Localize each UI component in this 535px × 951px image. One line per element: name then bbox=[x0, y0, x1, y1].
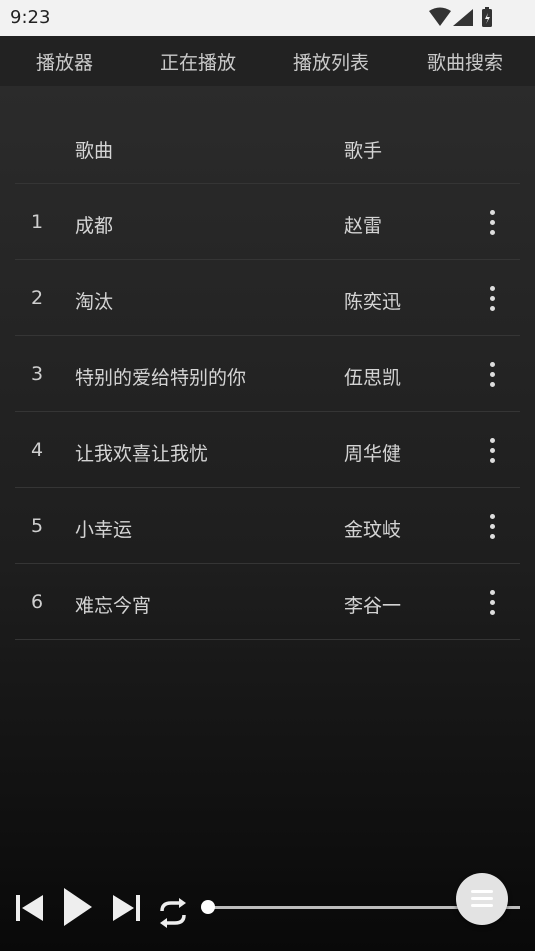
status-icons bbox=[429, 7, 492, 27]
song-number: 3 bbox=[31, 363, 44, 385]
more-vertical-icon[interactable] bbox=[482, 284, 502, 314]
menu-button[interactable] bbox=[456, 873, 508, 925]
header-song: 歌曲 bbox=[75, 140, 114, 162]
menu-icon bbox=[471, 890, 493, 907]
song-artist: 伍思凯 bbox=[344, 367, 402, 389]
list-header: 歌曲 歌手 bbox=[15, 108, 520, 184]
song-number: 6 bbox=[31, 591, 44, 613]
song-artist: 金玟岐 bbox=[344, 519, 402, 541]
song-number: 4 bbox=[31, 439, 44, 461]
repeat-icon[interactable] bbox=[156, 896, 190, 930]
song-artist: 周华健 bbox=[344, 443, 402, 465]
song-row[interactable]: 3 特别的爱给特别的你 伍思凯 bbox=[15, 336, 520, 412]
tab-now-playing[interactable]: 正在播放 bbox=[160, 48, 236, 75]
song-row[interactable]: 6 难忘今宵 李谷一 bbox=[15, 564, 520, 640]
header-artist: 歌手 bbox=[344, 140, 383, 162]
song-number: 1 bbox=[31, 211, 44, 233]
tab-bar: 播放器 正在播放 播放列表 歌曲搜索 bbox=[0, 36, 535, 86]
skip-previous-icon[interactable] bbox=[14, 892, 46, 924]
song-list: 歌曲 歌手 1 成都 赵雷 2 淘汰 陈奕迅 3 特别的爱给特别的你 伍思凯 4 让我欢喜让我忧 周华… bbox=[15, 108, 520, 640]
player-controls bbox=[0, 870, 535, 940]
song-title: 小幸运 bbox=[75, 519, 133, 541]
song-row[interactable]: 2 淘汰 陈奕迅 bbox=[15, 260, 520, 336]
song-number: 5 bbox=[31, 515, 44, 537]
song-row[interactable]: 4 让我欢喜让我忧 周华健 bbox=[15, 412, 520, 488]
song-artist: 赵雷 bbox=[344, 215, 383, 237]
more-vertical-icon[interactable] bbox=[482, 208, 502, 238]
skip-next-icon[interactable] bbox=[110, 892, 142, 924]
wifi-icon bbox=[429, 7, 451, 26]
song-title: 难忘今宵 bbox=[75, 595, 152, 617]
song-row[interactable]: 5 小幸运 金玟岐 bbox=[15, 488, 520, 564]
play-icon[interactable] bbox=[62, 886, 94, 928]
signal-icon bbox=[453, 9, 473, 26]
song-title: 成都 bbox=[75, 215, 114, 237]
status-time: 9:23 bbox=[10, 7, 51, 28]
song-artist: 陈奕迅 bbox=[344, 291, 402, 313]
more-vertical-icon[interactable] bbox=[482, 512, 502, 542]
song-title: 让我欢喜让我忧 bbox=[75, 443, 209, 465]
tab-player[interactable]: 播放器 bbox=[36, 48, 93, 75]
status-bar: 9:23 bbox=[0, 0, 535, 36]
more-vertical-icon[interactable] bbox=[482, 436, 502, 466]
song-title: 淘汰 bbox=[75, 291, 114, 313]
more-vertical-icon[interactable] bbox=[482, 588, 502, 618]
tab-playlist[interactable]: 播放列表 bbox=[293, 48, 369, 75]
song-row[interactable]: 1 成都 赵雷 bbox=[15, 184, 520, 260]
song-artist: 李谷一 bbox=[344, 595, 402, 617]
more-vertical-icon[interactable] bbox=[482, 360, 502, 390]
song-number: 2 bbox=[31, 287, 44, 309]
tab-song-search[interactable]: 歌曲搜索 bbox=[427, 48, 503, 75]
seek-thumb[interactable] bbox=[201, 900, 215, 914]
playlist-panel: 歌曲 歌手 1 成都 赵雷 2 淘汰 陈奕迅 3 特别的爱给特别的你 伍思凯 4 让我欢喜让我忧 周华… bbox=[0, 86, 535, 951]
song-title: 特别的爱给特别的你 bbox=[75, 367, 247, 389]
